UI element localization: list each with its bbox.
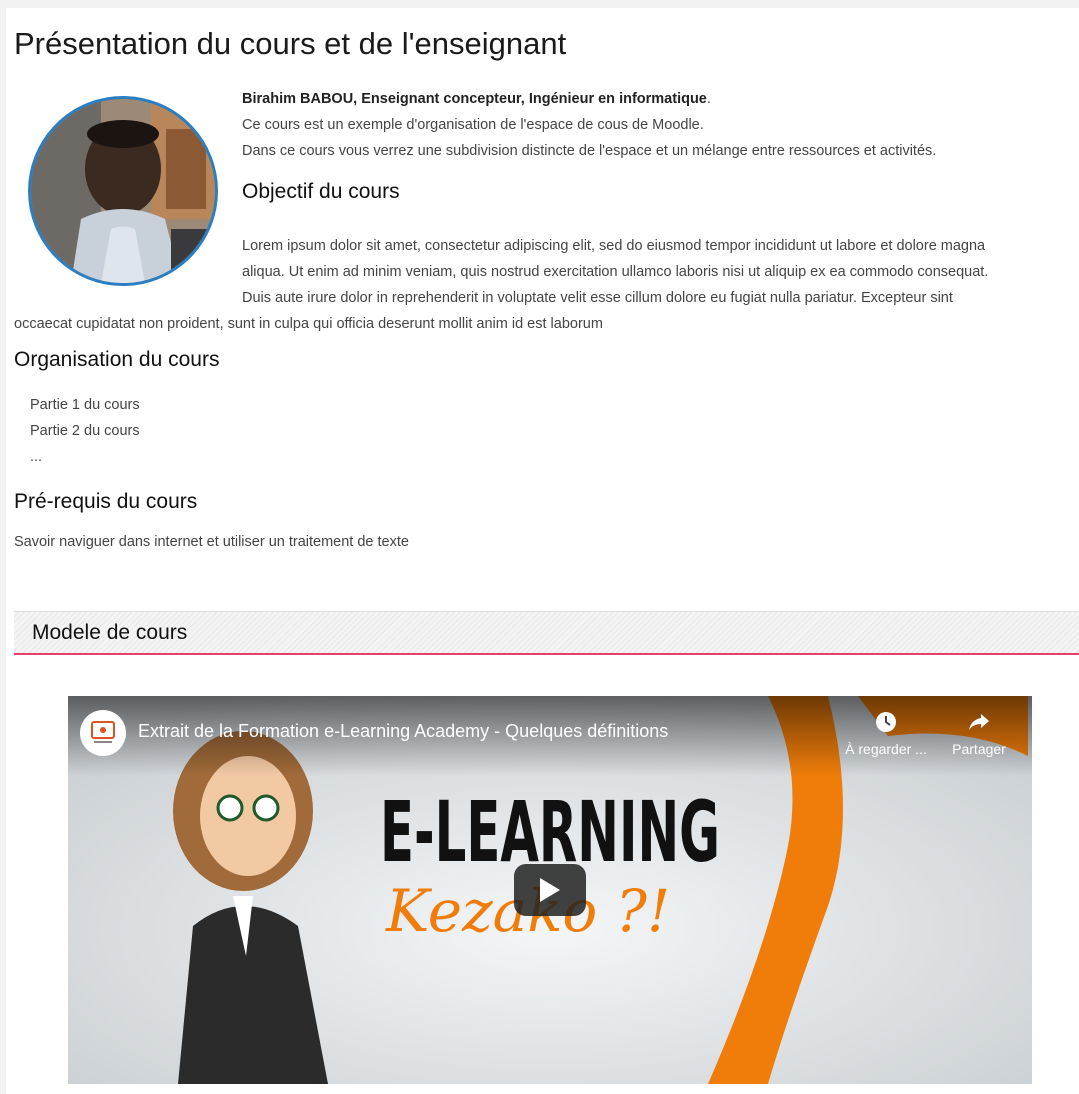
organisation-heading: Organisation du cours [14, 348, 220, 371]
intro-author-line: Birahim BABOU, Enseignant concepteur, In… [242, 91, 711, 107]
share-button[interactable]: Partager [944, 710, 1014, 757]
share-label: Partager [952, 741, 1006, 757]
prerequisites-text: Savoir naviguer dans internet et utilise… [14, 534, 409, 550]
share-arrow-icon [969, 714, 989, 730]
objective-line: Duis aute irure dolor in reprehenderit i… [242, 290, 953, 306]
play-icon [540, 878, 560, 902]
watch-later-button[interactable]: À regarder ... [838, 710, 934, 757]
intro-line: Ce cours est un exemple d'organisation d… [242, 117, 704, 133]
teacher-intro: Birahim BABOU, Enseignant concepteur, In… [242, 86, 1079, 164]
course-page: Présentation du cours et de l'enseignant… [6, 8, 1079, 1094]
list-item: Partie 1 du cours [30, 397, 140, 413]
video-title[interactable]: Extrait de la Formation e-Learning Acade… [138, 721, 668, 742]
watch-later-label: À regarder ... [845, 741, 927, 757]
list-item: ... [30, 449, 43, 465]
clock-icon [876, 712, 896, 732]
section-header[interactable]: Modele de cours [14, 611, 1079, 655]
objective-text: Lorem ipsum dolor sit amet, consectetur … [14, 233, 1079, 337]
play-button[interactable] [514, 864, 586, 916]
objective-line: aliqua. Ut enim ad minim veniam, quis no… [242, 264, 989, 280]
objective-line: Lorem ipsum dolor sit amet, consectetur … [242, 238, 986, 254]
author-name: Birahim BABOU, Enseignant concepteur, In… [242, 91, 707, 107]
video-player[interactable]: E-LEARNING Kezako ?! Extrait de la Forma… [68, 696, 1032, 1084]
objective-line: occaecat cupidatat non proident, sunt in… [14, 316, 603, 332]
objective-heading: Objectif du cours [242, 180, 400, 203]
prerequisites-heading: Pré-requis du cours [14, 490, 198, 513]
organisation-list: Partie 1 du cours Partie 2 du cours ... [30, 392, 140, 470]
channel-logo[interactable] [80, 710, 126, 756]
section-title[interactable]: Modele de cours [32, 621, 187, 645]
list-item: Partie 2 du cours [30, 423, 140, 439]
page-title: Présentation du cours et de l'enseignant [14, 26, 567, 61]
intro-line: Dans ce cours vous verrez une subdivisio… [242, 143, 937, 159]
